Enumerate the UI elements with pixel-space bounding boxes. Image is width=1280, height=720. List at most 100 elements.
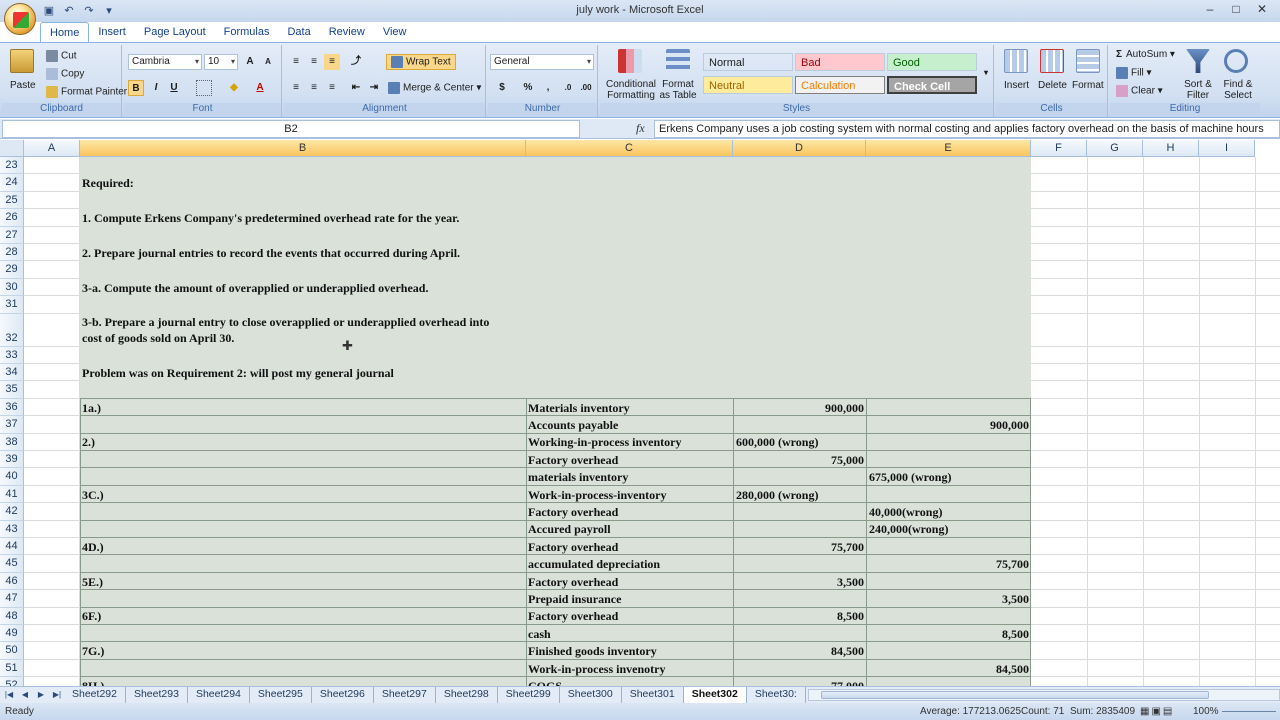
clear-button[interactable]: Clear ▾ [1116,85,1163,97]
conditional-formatting-button[interactable]: Conditional Formatting [604,79,658,101]
row-header-38[interactable]: 38 [0,433,24,451]
formula-input[interactable]: Erkens Company uses a job costing system… [654,120,1280,138]
align-top-icon[interactable]: ≡ [288,54,304,70]
sheet-tab[interactable]: Sheet293 [126,687,188,703]
row-header-43[interactable]: 43 [0,520,24,538]
row-header-42[interactable]: 42 [0,503,24,521]
row-header-46[interactable]: 46 [0,572,24,591]
sheet-tab[interactable]: Sheet300 [560,687,622,703]
journal-account[interactable]: Work-in-process invenotry [528,661,665,677]
journal-debit[interactable]: 77,000 [735,678,864,686]
copy-button[interactable]: Copy [46,68,84,80]
row-header-35[interactable]: 35 [0,381,24,399]
binoculars-icon[interactable] [1224,49,1248,73]
row-header-44[interactable]: 44 [0,538,24,556]
journal-account[interactable]: Working-in-process inventory [528,434,681,450]
journal-credit[interactable]: 3,500 [868,591,1029,607]
align-bottom-icon[interactable]: ≡ [324,54,340,70]
merge-center-button[interactable]: Merge & Center ▾ [388,82,481,94]
decrease-decimal-icon[interactable]: .00 [578,80,594,96]
row-header-23[interactable]: 23 [0,157,24,175]
name-box[interactable]: B2 [2,120,580,138]
row-header-27[interactable]: 27 [0,226,24,244]
column-header-h[interactable]: H [1143,140,1199,157]
column-header-d[interactable]: D [733,140,866,157]
tab-data[interactable]: Data [278,22,319,42]
align-left-icon[interactable]: ≡ [288,80,304,96]
cut-button[interactable]: Cut [46,50,77,62]
column-header-i[interactable]: I [1199,140,1255,157]
journal-entry-label[interactable]: 3C.) [82,487,104,503]
style-normal[interactable]: Normal [703,53,793,71]
journal-entry-label[interactable]: 6F.) [82,608,101,624]
journal-account[interactable]: materials inventory [528,469,628,485]
select-all-corner[interactable] [0,140,24,157]
row-header-37[interactable]: 37 [0,416,24,434]
column-header-f[interactable]: F [1031,140,1087,157]
journal-debit[interactable]: 75,700 [735,539,864,555]
styles-more-icon[interactable]: ▾ [978,65,994,81]
format-painter-button[interactable]: Format Painter [46,86,127,98]
sheet-tab[interactable]: Sheet302 [683,687,747,703]
row-header-41[interactable]: 41 [0,485,24,504]
orientation-icon[interactable]: ⤴ [348,54,364,70]
style-calculation[interactable]: Calculation [795,76,885,94]
fx-icon[interactable]: fx [636,121,654,137]
journal-entry-label[interactable]: 5E.) [82,574,103,590]
tab-formulas[interactable]: Formulas [215,22,279,42]
journal-account[interactable]: Materials inventory [528,400,630,416]
find-select-button[interactable]: Find & Select [1218,79,1258,101]
column-header-e[interactable]: E [866,140,1031,157]
journal-credit[interactable]: 75,700 [868,556,1029,572]
format-as-table-button[interactable]: Format as Table [656,79,700,101]
horizontal-scrollbar[interactable] [808,689,1280,701]
journal-account[interactable]: Factory overhead [528,539,618,555]
style-good[interactable]: Good [887,53,977,71]
journal-debit[interactable]: 900,000 [735,400,864,416]
journal-debit[interactable]: 3,500 [735,574,864,590]
format-button[interactable]: Format [1072,80,1104,91]
row-header-39[interactable]: 39 [0,451,24,469]
shrink-font-icon[interactable]: A [260,54,276,70]
format-as-table-icon[interactable] [666,49,690,73]
font-name-select[interactable]: Cambria [128,54,202,70]
format-cells-icon[interactable] [1076,49,1100,73]
journal-account[interactable]: Accounts payable [528,417,618,433]
sort-filter-icon[interactable] [1186,49,1210,73]
zoom-slider[interactable] [1222,711,1276,712]
journal-credit[interactable]: 675,000 (wrong) [869,469,951,485]
row-header-25[interactable]: 25 [0,191,24,210]
minimize-button[interactable]: – [1198,2,1222,18]
row-header-49[interactable]: 49 [0,625,24,643]
row-header-47[interactable]: 47 [0,590,24,608]
tab-review[interactable]: Review [320,22,374,42]
journal-account[interactable]: Factory overhead [528,574,618,590]
tab-view[interactable]: View [374,22,416,42]
fill-button[interactable]: Fill ▾ [1116,67,1152,79]
column-header-g[interactable]: G [1087,140,1143,157]
first-sheet-icon[interactable]: |◀ [2,688,16,702]
insert-cells-icon[interactable] [1004,49,1028,73]
spreadsheet-grid[interactable]: A B C D E F G H I 23 24 25 26 27 28 29 30 31 32 33 34 35 36 37 3… [0,140,1280,686]
paste-icon[interactable] [10,49,34,73]
sort-filter-button[interactable]: Sort & Filter [1178,79,1218,101]
journal-account[interactable]: accumulated depreciation [528,556,660,572]
delete-cells-icon[interactable] [1040,49,1064,73]
row-header-26[interactable]: 26 [0,209,24,227]
sheet-tab[interactable]: Sheet299 [498,687,560,703]
number-format-select[interactable]: General [490,54,594,70]
row-header-45[interactable]: 45 [0,555,24,573]
row-header-50[interactable]: 50 [0,642,24,660]
row-header-33[interactable]: 33 [0,346,24,364]
journal-credit[interactable]: 40,000(wrong) [869,504,942,520]
align-right-icon[interactable]: ≡ [324,80,340,96]
row-header-29[interactable]: 29 [0,261,24,279]
row-header-48[interactable]: 48 [0,607,24,625]
journal-account[interactable]: Work-in-process-inventory [528,487,666,503]
journal-debit[interactable]: 280,000 (wrong) [736,487,818,503]
sheet-tab[interactable]: Sheet301 [622,687,684,703]
journal-credit[interactable]: 8,500 [868,626,1029,642]
journal-account[interactable]: Accured payroll [528,521,611,537]
grow-font-icon[interactable]: A [242,54,258,70]
next-sheet-icon[interactable]: ▶ [34,688,48,702]
